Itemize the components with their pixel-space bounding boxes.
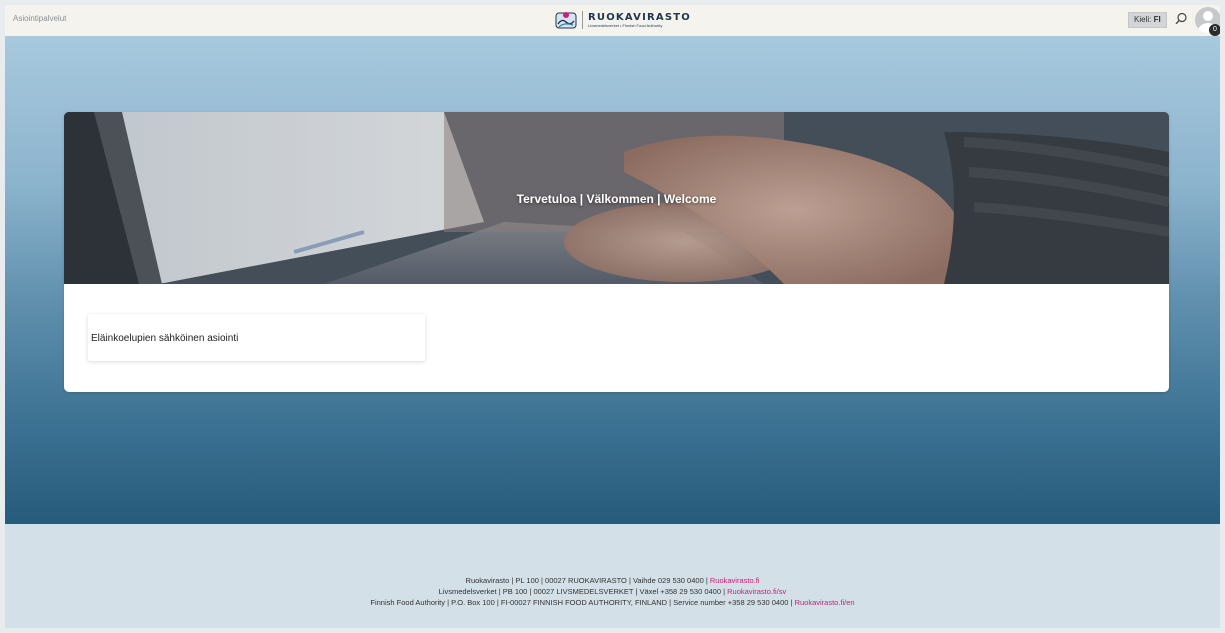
language-label: Kieli: xyxy=(1134,15,1152,24)
footer-link-fi[interactable]: Ruokavirasto.fi xyxy=(710,576,760,585)
footer-link-en[interactable]: Ruokavirasto.fi/en xyxy=(795,598,855,607)
service-tile-animal-experiment-permits[interactable]: Eläinkoelupien sähköinen asiointi xyxy=(88,314,425,361)
hero-background: Tervetuloa | Välkommen | Welcome Eläinko… xyxy=(5,36,1220,524)
footer-line-fi: Ruokavirasto | PL 100 | 00027 RUOKAVIRAS… xyxy=(5,575,1220,586)
search-button[interactable] xyxy=(1173,11,1189,27)
footer-link-sv[interactable]: Ruokavirasto.fi/sv xyxy=(727,587,786,596)
logo-divider xyxy=(582,11,583,29)
avatar-icon xyxy=(1203,11,1213,21)
browser-viewport: Asiointipalvelut RUOKAVIRASTO Livsmedels… xyxy=(5,5,1220,628)
search-icon xyxy=(1175,12,1187,25)
logo-brand-text: RUOKAVIRASTO xyxy=(588,12,691,23)
ruokavirasto-logo-icon xyxy=(555,12,577,29)
language-selector[interactable]: Kieli: FI xyxy=(1128,12,1167,28)
ruokavirasto-logo[interactable]: RUOKAVIRASTO Livsmedelsverket • Finnish … xyxy=(555,8,691,32)
footer-line-sv-text: Livsmedelsverket | PB 100 | 00027 LIVSME… xyxy=(438,587,728,596)
top-navigation-bar: Asiointipalvelut RUOKAVIRASTO Livsmedels… xyxy=(5,5,1220,36)
footer-line-fi-text: Ruokavirasto | PL 100 | 00027 RUOKAVIRAS… xyxy=(465,576,710,585)
service-tile-label: Eläinkoelupien sähköinen asiointi xyxy=(91,333,239,344)
footer-line-en-text: Finnish Food Authority | P.O. Box 100 | … xyxy=(370,598,795,607)
logo-tagline: Livsmedelsverket • Finnish Food Authorit… xyxy=(588,23,663,28)
welcome-card: Tervetuloa | Välkommen | Welcome Eläinko… xyxy=(64,112,1169,392)
welcome-title: Tervetuloa | Välkommen | Welcome xyxy=(516,192,717,206)
footer-line-en: Finnish Food Authority | P.O. Box 100 | … xyxy=(5,597,1220,608)
notification-badge: 0 xyxy=(1209,24,1220,36)
welcome-banner: Tervetuloa | Välkommen | Welcome xyxy=(64,112,1169,284)
language-value: FI xyxy=(1153,15,1161,24)
footer: Ruokavirasto | PL 100 | 00027 RUOKAVIRAS… xyxy=(5,575,1220,608)
footer-line-sv: Livsmedelsverket | PB 100 | 00027 LIVSME… xyxy=(5,586,1220,597)
service-portal-link[interactable]: Asiointipalvelut xyxy=(13,14,66,23)
